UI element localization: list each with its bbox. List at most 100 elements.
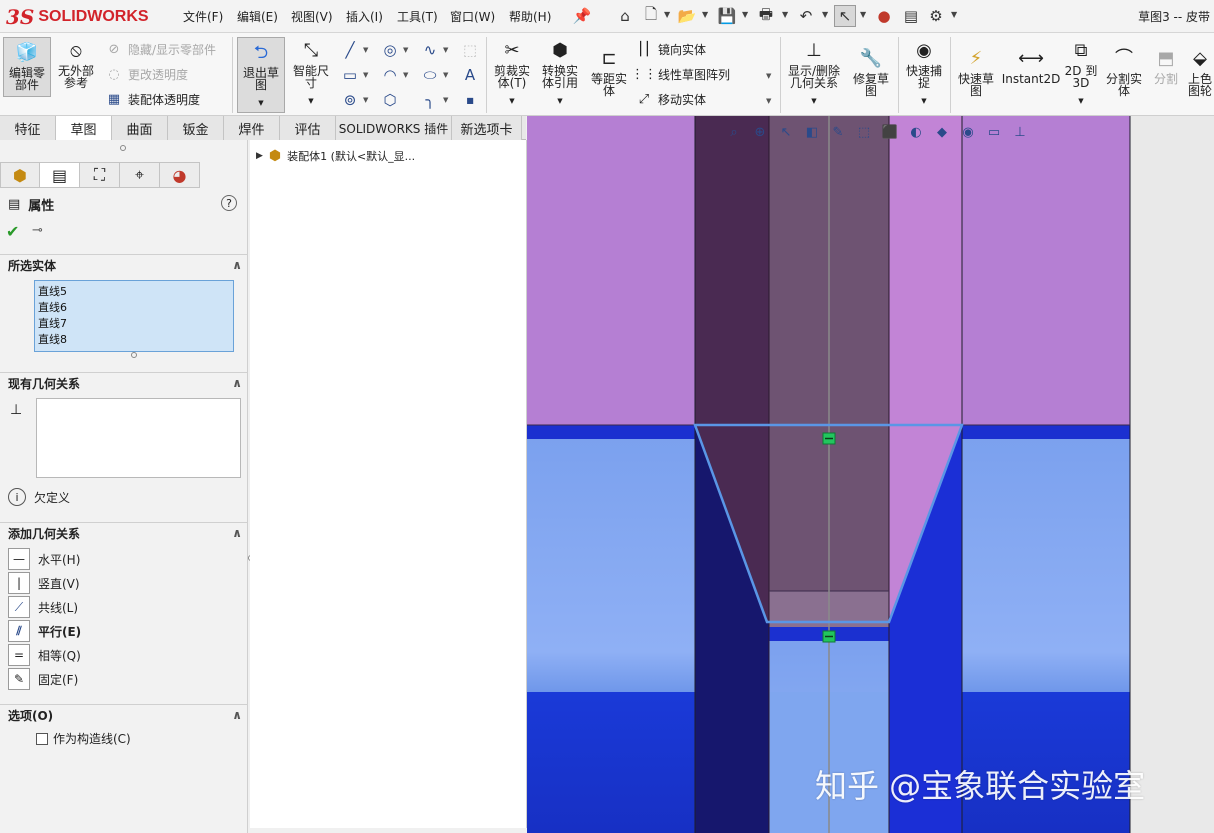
part-face[interactable] (962, 425, 1130, 692)
menu-insert[interactable]: 插入(I) (346, 8, 383, 25)
change-transparency-button[interactable]: ◌ 更改透明度 (106, 66, 188, 83)
circle-icon[interactable]: ◎ (380, 40, 400, 60)
trim-entities-button[interactable]: ✂ 剪裁实 体(T) ▼ (489, 39, 535, 115)
linear-pattern-dropdown-icon[interactable]: ▼ (766, 72, 771, 80)
print-icon[interactable]: 🖶 (755, 5, 777, 27)
offset-entities-button[interactable]: ⊏ 等距实 体 (586, 47, 632, 107)
dynamic-annotation-icon[interactable]: ✎ (827, 122, 849, 142)
home-icon[interactable]: ⌂ (614, 5, 636, 27)
previous-view-icon[interactable]: ↖ (775, 122, 797, 142)
selected-entities-header[interactable]: 所选实体 ∧ (0, 254, 248, 276)
spline-icon[interactable]: ∿ (420, 40, 440, 60)
dimxpert-tab-icon[interactable]: ⌖ (120, 162, 160, 188)
list-item[interactable]: 直线6 (38, 300, 230, 316)
point-icon[interactable]: ■ (460, 90, 480, 110)
undo-icon[interactable]: ↶ (795, 5, 817, 27)
2d-to-3d-button[interactable]: ⧉ 2D 到 3D ▼ (1062, 39, 1100, 115)
assembly-transparency-button[interactable]: ▦ 装配体透明度 (106, 91, 200, 108)
trim-dropdown-icon[interactable]: ▼ (509, 95, 514, 107)
tab-weldments[interactable]: 焊件 (224, 116, 280, 140)
pin-icon[interactable]: 📌 (571, 5, 593, 27)
existing-relations-header[interactable]: 现有几何关系 ∧ (0, 372, 248, 394)
file-properties-icon[interactable]: ▤ (900, 5, 922, 27)
collapse-chevron-icon[interactable]: ∧ (232, 258, 242, 272)
arc-icon[interactable]: ◠ (380, 65, 400, 85)
list-resize-handle[interactable] (131, 352, 137, 358)
move-entities-button[interactable]: ⤢ 移动实体 (636, 91, 706, 108)
display-delete-relations-button[interactable]: ⊥ 显示/删除 几何关系 ▼ (784, 39, 844, 115)
arc-dropdown-icon[interactable]: ▼ (403, 71, 408, 79)
select-arrow-icon[interactable]: ↖ (834, 5, 856, 27)
triad-icon[interactable]: ⊥ (1009, 122, 1031, 142)
configurationmanager-tab-icon[interactable]: ⛶ (80, 162, 120, 188)
split-button[interactable]: ⬒ 分割 (1148, 47, 1184, 107)
save-dropdown-icon[interactable]: ▼ (742, 10, 748, 19)
ok-checkmark-icon[interactable]: ✔ (6, 222, 19, 241)
list-item[interactable]: 直线8 (38, 332, 230, 348)
selected-entities-list[interactable]: 直线5 直线6 直线7 直线8 (34, 280, 234, 352)
list-item[interactable]: 直线7 (38, 316, 230, 332)
print-dropdown-icon[interactable]: ▼ (782, 10, 788, 19)
menu-edit[interactable]: 编辑(E) (237, 8, 278, 25)
mirror-entities-button[interactable]: ⎮⎮ 镜向实体 (636, 41, 706, 58)
line-dropdown-icon[interactable]: ▼ (363, 46, 368, 54)
graphics-viewport[interactable]: ⌕ ⊕ ↖ ◧ ✎ ⬚ ⬛ ◐ ◆ ◉ ▭ ⊥ 知乎 @宝象联合实验室 (527, 116, 1214, 833)
repair-sketch-button[interactable]: 🔧 修复草 图 (848, 47, 894, 107)
exit-sketch-dropdown-icon[interactable]: ▼ (258, 97, 263, 109)
panel-splitter-handle[interactable] (120, 145, 126, 151)
view-settings-icon[interactable]: ▭ (983, 122, 1005, 142)
tree-item-assembly[interactable]: ▶ ⬢ 装配体1 (默认<默认_显... (256, 148, 415, 164)
split-entities-button[interactable]: ⌒ 分割实 体 (1103, 47, 1145, 107)
existing-relations-list[interactable] (36, 398, 241, 478)
part-face[interactable] (527, 692, 695, 833)
tab-solidworks-addins[interactable]: SOLIDWORKS 插件 (336, 116, 452, 140)
menu-view[interactable]: 视图(V) (291, 8, 333, 25)
edit-appearance-icon[interactable]: ◆ (931, 122, 953, 142)
display-manager-tab-icon[interactable]: ◕ (160, 162, 200, 188)
options-dropdown-icon[interactable]: ▼ (951, 10, 957, 19)
fillet-icon[interactable]: ╮ (420, 90, 440, 110)
tab-new-tab[interactable]: 新选项卡 (452, 116, 522, 140)
add-relation-parallel[interactable]: ⫽ 平行(E) (8, 620, 81, 642)
construction-option[interactable]: 作为构造线(C) (36, 730, 131, 747)
2d-to-3d-dropdown-icon[interactable]: ▼ (1078, 95, 1083, 107)
move-dropdown-icon[interactable]: ▼ (766, 97, 771, 105)
smart-dimension-button[interactable]: ⤡ 智能尺 寸 ▼ (288, 39, 334, 115)
circle-dropdown-icon[interactable]: ▼ (403, 46, 408, 54)
add-relations-header[interactable]: 添加几何关系 ∧ (0, 522, 248, 544)
menu-tools[interactable]: 工具(T) (397, 8, 438, 25)
new-document-icon[interactable]: 🗋 (640, 5, 662, 27)
section-view-icon[interactable]: ◧ (801, 122, 823, 142)
part-face[interactable] (527, 425, 695, 439)
open-folder-icon[interactable]: 📂 (676, 5, 698, 27)
add-relation-vertical[interactable]: | 竖直(V) (8, 572, 80, 594)
surface-icon[interactable]: ⬚ (460, 40, 480, 60)
rectangle-icon[interactable]: ▭ (340, 65, 360, 85)
smart-dimension-dropdown-icon[interactable]: ▼ (308, 95, 313, 107)
collapse-chevron-icon[interactable]: ∧ (232, 376, 242, 390)
options-header[interactable]: 选项(O) ∧ (0, 704, 248, 726)
convert-entities-button[interactable]: ⬢ 转换实 体引用 ▼ (537, 39, 583, 115)
new-dropdown-icon[interactable]: ▼ (664, 10, 670, 19)
collapse-chevron-icon[interactable]: ∧ (232, 708, 242, 722)
tab-features[interactable]: 特征 (0, 116, 56, 140)
gear-icon[interactable]: ⚙ (925, 5, 947, 27)
help-icon[interactable]: ? (221, 195, 237, 211)
instant2d-button[interactable]: ⟷ Instant2D (1002, 47, 1061, 107)
menu-help[interactable]: 帮助(H) (509, 8, 551, 25)
text-icon[interactable]: A (460, 65, 480, 85)
list-item[interactable]: 直线5 (38, 284, 230, 300)
collapse-chevron-icon[interactable]: ∧ (232, 526, 242, 540)
hide-show-components-button[interactable]: ⊘ 隐藏/显示零部件 (106, 41, 217, 58)
pushpin-icon[interactable]: ⊸ (32, 223, 43, 238)
save-icon[interactable]: 💾 (716, 5, 738, 27)
edit-part-button[interactable]: 🧊 编辑零 部件 (3, 37, 51, 97)
tab-surfaces[interactable]: 曲面 (112, 116, 168, 140)
part-face[interactable] (889, 116, 962, 425)
select-dropdown-icon[interactable]: ▼ (860, 10, 866, 19)
add-relation-equal[interactable]: = 相等(Q) (8, 644, 81, 666)
view-orientation-icon[interactable]: ⬚ (853, 122, 875, 142)
shaded-sketch-contours-button[interactable]: ⬙ 上色 图轮 (1186, 47, 1214, 107)
part-face[interactable] (962, 425, 1130, 439)
menu-window[interactable]: 窗口(W) (450, 8, 495, 25)
